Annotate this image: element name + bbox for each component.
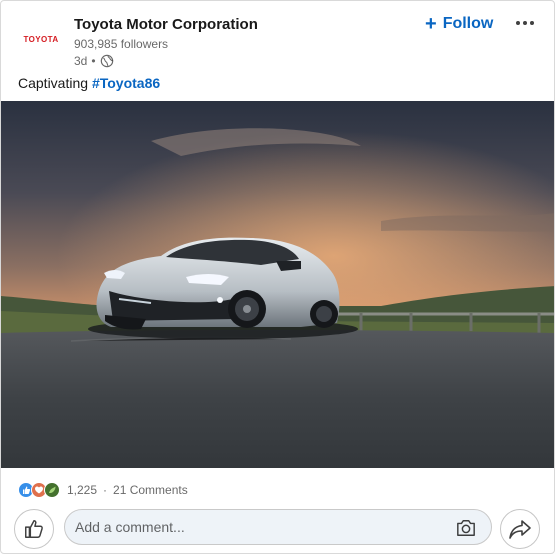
post-header: TOYOTA Toyota Motor Corporation 903,985 …	[1, 1, 554, 69]
comment-bar	[1, 506, 554, 549]
reaction-count[interactable]: 1,225	[67, 483, 97, 497]
camera-icon[interactable]	[455, 518, 477, 538]
comment-input[interactable]	[75, 519, 435, 535]
logo-wordmark: TOYOTA	[23, 34, 59, 44]
caption-text: Captivating	[18, 75, 92, 91]
social-counts: 1,225 · 21 Comments	[18, 481, 188, 499]
post-time: 3d	[74, 54, 88, 68]
share-button[interactable]	[500, 509, 540, 549]
comments-count[interactable]: 21 Comments	[113, 483, 188, 497]
plus-icon: +	[425, 13, 437, 35]
comment-box	[64, 509, 492, 545]
post-caption: Captivating #Toyota86	[18, 74, 160, 92]
share-arrow-icon	[509, 520, 531, 539]
follow-button[interactable]: + Follow	[425, 11, 493, 37]
hashtag-link[interactable]: #Toyota86	[92, 75, 160, 91]
like-button[interactable]	[14, 509, 54, 549]
count-separator: ·	[103, 483, 108, 497]
follow-label: Follow	[442, 15, 494, 32]
time-separator: •	[91, 54, 96, 68]
company-logo[interactable]: TOYOTA	[17, 15, 65, 63]
author-meta: Toyota Motor Corporation 903,985 followe…	[74, 15, 258, 69]
company-name[interactable]: Toyota Motor Corporation	[74, 15, 258, 35]
reaction-icons[interactable]	[18, 482, 60, 498]
thumbs-up-icon	[25, 520, 43, 538]
follower-count: 903,985 followers	[74, 37, 169, 51]
post-card: TOYOTA Toyota Motor Corporation 903,985 …	[0, 0, 555, 554]
post-image[interactable]	[1, 101, 555, 468]
more-dots-icon[interactable]	[511, 11, 539, 35]
post-time-row: 3d •	[74, 53, 258, 69]
globe-icon	[100, 54, 113, 68]
insightful-reaction-icon	[44, 482, 60, 498]
